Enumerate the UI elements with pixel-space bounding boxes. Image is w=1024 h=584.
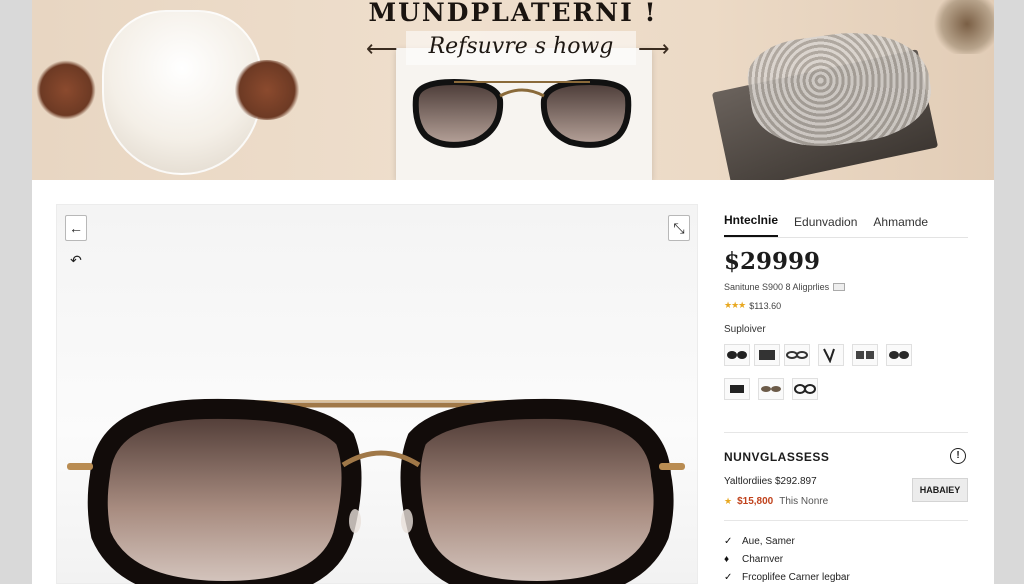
product-page: MUNDPLATERNI ! ⟵ Refsuvre s howg ⟶ ← ↶ ⤡	[32, 0, 994, 584]
hero-banner: MUNDPLATERNI ! ⟵ Refsuvre s howg ⟶	[32, 0, 994, 180]
star-rating-icon: ★★★	[724, 300, 746, 310]
sale-price: $15,800	[737, 496, 774, 507]
info-icon[interactable]: !	[950, 448, 966, 464]
swatch-option[interactable]	[784, 344, 810, 366]
hero-sunglasses-image	[412, 78, 632, 148]
feature-list: ✓ Aue, Samer ♦ Charnver ✓ Frcoplifee Car…	[724, 532, 850, 584]
hero-prev-arrow-icon[interactable]: ⟵	[366, 36, 398, 62]
check-icon: ✓	[724, 535, 733, 547]
flag-icon	[833, 283, 846, 291]
feature-item: ✓ Aue, Samer	[724, 532, 850, 550]
shipping-text: Sanitune S900 8 Aligprlies	[724, 282, 830, 292]
section-divider	[724, 520, 968, 521]
feature-label: Frcoplifee Carner legbar	[742, 571, 850, 583]
swatch-label: Suploiver	[724, 324, 766, 335]
rotate-icon[interactable]: ↶	[65, 247, 87, 273]
hero-subtitle: Refsuvre s howg	[406, 31, 636, 65]
swatch-option[interactable]	[852, 344, 878, 366]
rating-row: ★★★ $113.60	[724, 300, 781, 311]
sale-row: ★ $15,800 This Nonre	[724, 496, 828, 507]
swatch-option[interactable]	[792, 378, 818, 400]
tab-bar: Hnteclnie Edunvadion Ahmamde	[724, 204, 968, 238]
product-name: NUNVGLASSESS	[724, 450, 830, 464]
tab-more[interactable]: Ahmamde	[873, 215, 928, 237]
tab-education[interactable]: Edunvadion	[794, 215, 857, 237]
add-to-cart-button[interactable]: HABAIEY	[912, 478, 968, 502]
expand-icon[interactable]: ⤡	[668, 215, 690, 241]
check-icon: ✓	[724, 571, 733, 583]
decor-flower	[36, 60, 96, 120]
rating-text: $113.60	[749, 300, 782, 311]
swatch-option[interactable]	[886, 344, 912, 366]
product-price: $29999	[724, 248, 821, 275]
main-sunglasses-image	[67, 398, 685, 584]
back-arrow-icon[interactable]: ←	[65, 215, 87, 241]
product-image-gallery: ← ↶ ⤡	[56, 204, 698, 584]
product-detail-panel: Hnteclnie Edunvadion Ahmamde $29999 Sani…	[724, 204, 968, 584]
swatch-option[interactable]	[818, 344, 844, 366]
hero-title: MUNDPLATERNI !	[368, 0, 658, 27]
swatch-option[interactable]	[724, 378, 750, 400]
swatch-option[interactable]	[758, 378, 784, 400]
sale-note: This Nonre	[779, 496, 829, 507]
feature-item: ♦ Charnver	[724, 550, 850, 568]
swatch-option[interactable]	[724, 344, 750, 366]
feature-label: Aue, Samer	[742, 535, 795, 547]
decor-flower	[232, 60, 302, 120]
tab-overview[interactable]: Hnteclnie	[724, 213, 779, 237]
feature-label: Charnver	[742, 553, 784, 565]
sale-star-icon: ★	[724, 496, 732, 506]
swatch-option[interactable]	[754, 344, 780, 366]
shipping-row: Sanitune S900 8 Aligprlies	[724, 282, 846, 292]
location-icon: ♦	[724, 553, 730, 565]
section-divider	[724, 432, 968, 433]
feature-item: ✓ Frcoplifee Carner legbar	[724, 568, 850, 584]
seller-text: Yaltlordiies $292.897	[724, 476, 817, 487]
hero-product-card[interactable]	[396, 48, 652, 180]
hero-next-arrow-icon[interactable]: ⟶	[638, 36, 670, 62]
